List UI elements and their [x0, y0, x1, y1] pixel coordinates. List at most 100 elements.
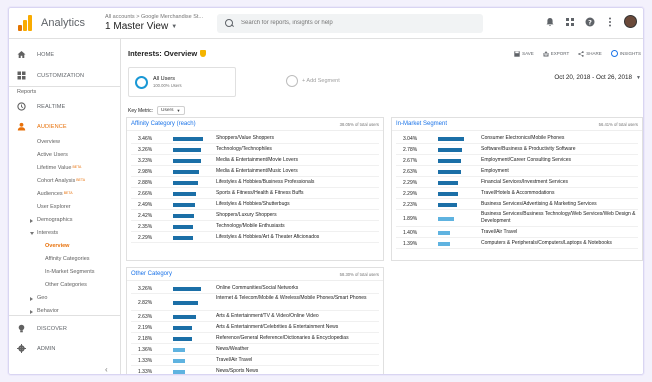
table-row[interactable]: 3.26% Technology/Technophiles — [127, 144, 383, 155]
table-row[interactable]: 2.67% Employment/Career Consulting Servic… — [392, 155, 642, 166]
chevron-down-icon: ▼ — [171, 23, 178, 30]
top-bar: Analytics All accounts > Google Merchand… — [9, 8, 643, 39]
row-divider — [396, 248, 638, 249]
table-row[interactable]: 3.23% Media & Entertainment/Movie Lovers — [127, 155, 383, 166]
analytics-logo-icon[interactable] — [18, 15, 34, 31]
key-metric-select[interactable]: Users ▼ — [157, 106, 185, 115]
search-bar[interactable] — [217, 13, 484, 33]
table-row[interactable]: 2.35% Technology/Mobile Enthusiasts — [127, 221, 383, 232]
table-row[interactable]: 1.40% Travel/Air Travel — [392, 227, 642, 238]
apps-grid-icon[interactable] — [564, 16, 576, 28]
sidebar-item-customization[interactable]: CUSTOMIZATION — [9, 68, 121, 83]
date-range-picker[interactable]: Oct 20, 2018 - Oct 26, 2018 ▼ — [554, 74, 641, 81]
share-label: SHARE — [586, 51, 602, 56]
segment-all-users[interactable]: All Users 100.00% Users — [128, 67, 236, 97]
table-row[interactable]: 2.88% Lifestyles & Hobbies/Business Profe… — [127, 177, 383, 188]
sidebar-sub-interests[interactable]: Interests — [37, 230, 58, 236]
chevron-down-icon: ▼ — [636, 74, 641, 81]
row-category: Online Communities/Social Networks — [216, 285, 299, 292]
row-category: Sports & Fitness/Health & Fitness Buffs — [216, 190, 304, 197]
table-row[interactable]: 2.23% Business Services/Advertising & Mar… — [392, 199, 642, 210]
sidebar-item-realtime[interactable]: REALTIME — [9, 99, 121, 114]
collapse-sidebar-icon[interactable]: ‹ — [105, 365, 108, 374]
row-category: Business Services/Advertising & Marketin… — [481, 201, 597, 208]
page-title: Interests: Overview — [128, 49, 207, 58]
sidebar-sub-lifetime-value[interactable]: Lifetime ValueBETA — [37, 165, 81, 171]
sidebar-sub-audiences[interactable]: AudiencesBETA — [37, 191, 73, 197]
panel-title[interactable]: Other Category — [131, 271, 172, 277]
save-button[interactable]: SAVE — [514, 50, 534, 57]
table-row[interactable]: 3.26% Online Communities/Social Networks — [127, 283, 383, 294]
table-row[interactable]: 1.89% Business Services/Business Technolo… — [392, 210, 642, 227]
table-row[interactable]: 2.63% Arts & Entertainment/TV & Video/Onl… — [127, 311, 383, 322]
sidebar-sub-affinity-categories[interactable]: Affinity Categories — [45, 256, 90, 262]
row-percent: 2.35% — [138, 223, 153, 230]
table-row[interactable]: 2.66% Sports & Fitness/Health & Fitness B… — [127, 188, 383, 199]
view-selector[interactable]: 1 Master View ▼ — [105, 21, 203, 32]
table-row[interactable]: 2.98% Media & Entertainment/Music Lovers — [127, 166, 383, 177]
gear-icon — [17, 344, 26, 353]
table-row[interactable]: 1.33% News/Sports News — [127, 366, 383, 374]
avatar[interactable] — [624, 15, 637, 28]
collapse-arrow-icon[interactable] — [30, 232, 34, 235]
table-row[interactable]: 2.42% Shoppers/Luxury Shoppers — [127, 210, 383, 221]
account-selector[interactable]: All accounts > Google Merchandise St... … — [105, 14, 203, 32]
sidebar-item-audience[interactable]: AUDIENCE — [9, 119, 121, 134]
expand-arrow-icon[interactable] — [30, 310, 33, 314]
view-name: 1 Master View — [105, 21, 169, 32]
row-percent: 1.33% — [138, 357, 153, 364]
row-category: Internet & Telecom/Mobile & Wireless/Mob… — [216, 295, 367, 301]
table-row[interactable]: 2.18% Reference/General Reference/Diction… — [127, 333, 383, 344]
table-row[interactable]: 2.63% Employment — [392, 166, 642, 177]
row-percent: 2.42% — [138, 212, 153, 219]
add-segment-circle-icon — [286, 75, 298, 87]
sidebar-sub-in-market-segments[interactable]: In-Market Segments — [45, 269, 95, 275]
insights-button[interactable]: INSIGHTS — [610, 50, 641, 57]
panel-title[interactable]: In-Market Segment — [396, 121, 447, 127]
clock-icon — [17, 102, 26, 111]
row-category: Business Services/Business Technology/We… — [481, 211, 636, 224]
table-row[interactable]: 2.29% Financial Services/Investment Servi… — [392, 177, 642, 188]
table-row[interactable]: 3.46% Shoppers/Value Shoppers — [127, 133, 383, 144]
table-row[interactable]: 2.78% Software/Business & Productivity So… — [392, 144, 642, 155]
sidebar-item-discover[interactable]: DISCOVER — [9, 321, 121, 336]
panel-header: In-Market Segment 56.41% of total users — [392, 118, 642, 131]
segment-pct: 100.00% Users — [153, 83, 182, 88]
sidebar-sub-behavior[interactable]: Behavior — [37, 308, 59, 313]
table-row[interactable]: 3.04% Consumer Electronics/Mobile Phones — [392, 133, 642, 144]
panel-title[interactable]: Affinity Category (reach) — [131, 121, 196, 127]
key-metric-value: Users — [161, 108, 174, 113]
search-input[interactable] — [241, 20, 472, 26]
notifications-bell-icon[interactable] — [544, 16, 556, 28]
table-row[interactable]: 1.33% Travel/Air Travel — [127, 355, 383, 366]
table-row[interactable]: 1.39% Computers & Peripherals/Computers/L… — [392, 238, 642, 249]
row-category: Employment — [481, 168, 509, 175]
insights-label: INSIGHTS — [619, 51, 641, 56]
row-percent: 2.78% — [403, 146, 418, 153]
table-row[interactable]: 2.29% Lifestyles & Hobbies/Art & Theater … — [127, 232, 383, 243]
table-row[interactable]: 2.19% Arts & Entertainment/Celebrities & … — [127, 322, 383, 333]
sidebar-item-home[interactable]: HOME — [9, 47, 121, 62]
sidebar-item-admin[interactable]: ADMIN — [9, 341, 121, 356]
row-percent: 1.40% — [403, 229, 418, 236]
add-segment-button[interactable]: + Add Segment — [286, 75, 340, 87]
sidebar-sub-cohort-analysis[interactable]: Cohort AnalysisBETA — [37, 178, 85, 184]
key-metric-label: Key Metric: — [128, 107, 154, 114]
sidebar-sub-overview[interactable]: Overview — [37, 139, 60, 145]
sidebar-sub-user-explorer[interactable]: User Explorer — [37, 204, 71, 210]
expand-arrow-icon[interactable] — [30, 297, 33, 301]
sidebar-sub-other-categories[interactable]: Other Categories — [45, 282, 87, 288]
sidebar-sub-geo[interactable]: Geo — [37, 295, 47, 301]
sidebar-sub-active-users[interactable]: Active Users — [37, 152, 68, 158]
share-button[interactable]: SHARE — [578, 50, 602, 57]
more-vert-icon[interactable] — [604, 16, 616, 28]
help-icon[interactable]: ? — [584, 16, 596, 28]
sidebar-sub-demographics[interactable]: Demographics — [37, 217, 72, 223]
export-button[interactable]: EXPORT — [543, 50, 569, 57]
table-row[interactable]: 1.36% News/Weather — [127, 344, 383, 355]
table-row[interactable]: 2.49% Lifestyles & Hobbies/Shutterbugs — [127, 199, 383, 210]
table-row[interactable]: 2.29% Travel/Hotels & Accommodations — [392, 188, 642, 199]
sidebar-sub-interests-overview[interactable]: Overview — [45, 243, 69, 249]
table-row[interactable]: 2.82% Internet & Telecom/Mobile & Wireles… — [127, 294, 383, 311]
expand-arrow-icon[interactable] — [30, 219, 33, 223]
